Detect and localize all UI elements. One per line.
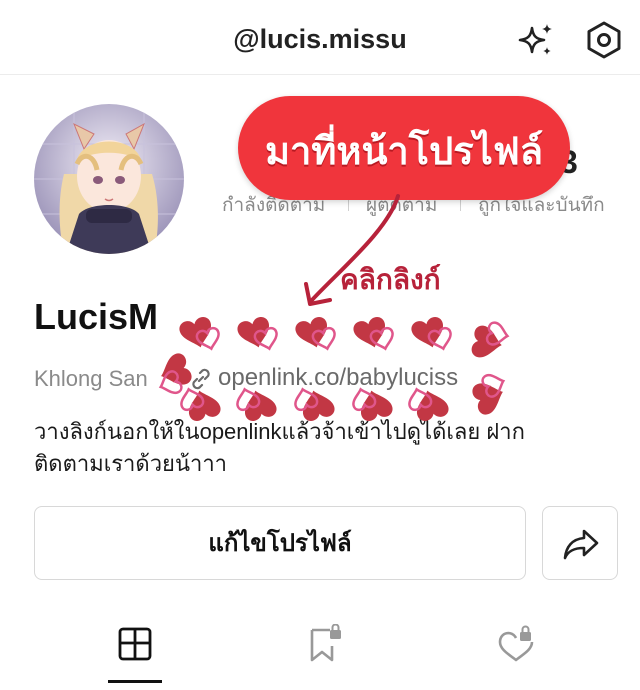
heart-lock-icon[interactable]: [496, 624, 536, 664]
click-link-label: คลิกลิงก์: [340, 263, 441, 296]
grid-icon[interactable]: [115, 624, 155, 664]
avatar[interactable]: [34, 104, 184, 254]
top-bar: @lucis.missu: [0, 0, 640, 75]
bubble-text: มาที่หน้าโปรไฟล์: [264, 129, 544, 173]
bookmark-lock-icon[interactable]: [304, 624, 344, 664]
profile-link[interactable]: openlink.co/babyluciss: [218, 364, 458, 392]
active-tab-indicator: [108, 680, 162, 683]
location-text: Khlong San: [34, 366, 148, 391]
sparkle-icon[interactable]: [516, 22, 556, 58]
share-button[interactable]: [542, 506, 618, 580]
annotation-bubble: มาที่หน้าโปรไฟล์: [238, 96, 570, 200]
hearts-row-top: [177, 315, 511, 361]
link-icon: [192, 368, 210, 390]
bio-text: วางลิงก์นอกให้ในopenlinkแล้วจ้าเข้าไปดูไ…: [34, 419, 525, 476]
settings-icon[interactable]: [584, 20, 624, 60]
edit-profile-button[interactable]: แก้ไขโปรไฟล์: [34, 506, 526, 580]
share-icon: [563, 529, 599, 560]
display-name: LucisM: [34, 296, 159, 337]
